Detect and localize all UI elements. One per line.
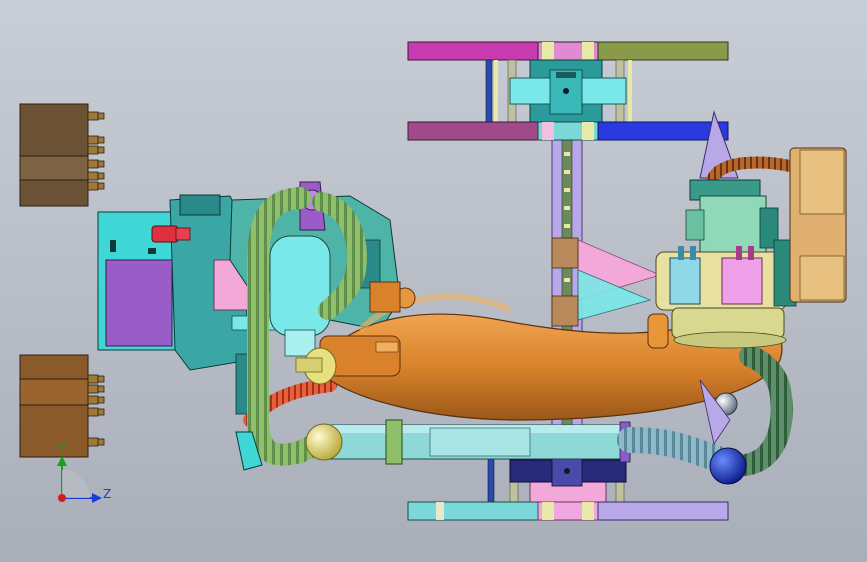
y-axis-label: Y — [57, 442, 66, 456]
z-axis-label: Z — [103, 487, 111, 501]
lower-coolant-tube[interactable] — [329, 419, 631, 465]
blue-ball-joint[interactable] — [709, 447, 747, 485]
yellow-ball-joint[interactable] — [305, 423, 343, 461]
cad-viewport[interactable]: Y Z — [0, 0, 867, 562]
red-release-knob[interactable] — [151, 225, 179, 243]
